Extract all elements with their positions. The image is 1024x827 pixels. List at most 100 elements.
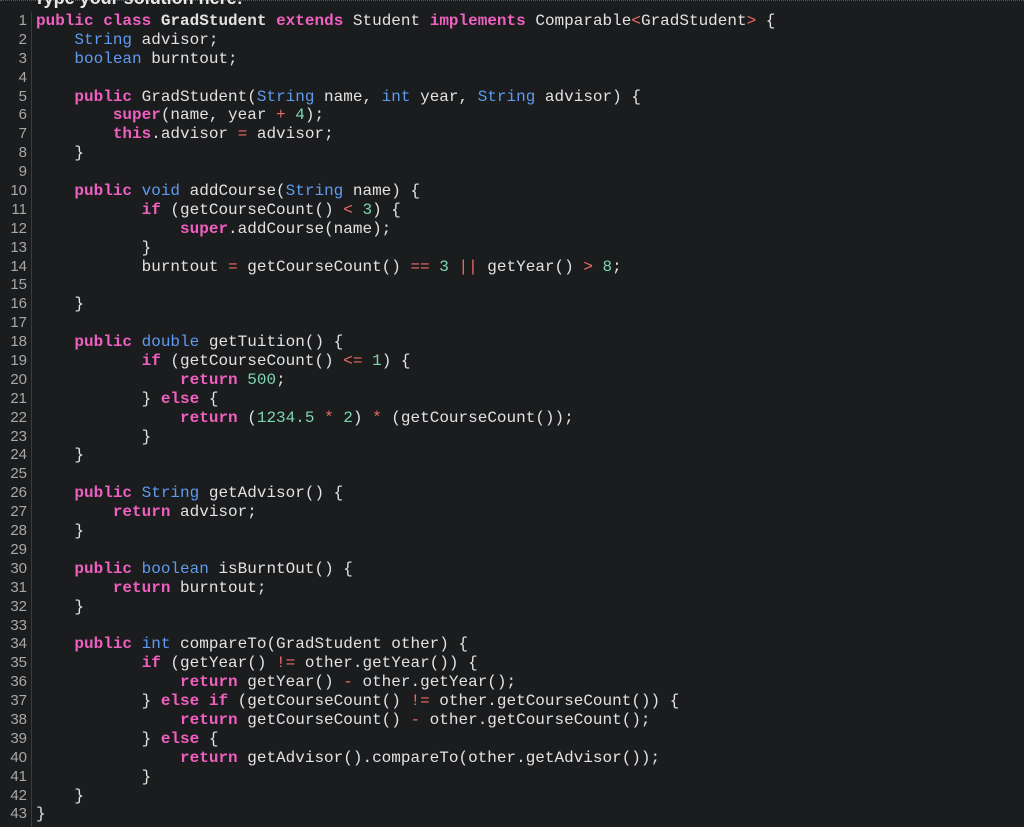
text-token: name, bbox=[314, 87, 382, 106]
line-number: 23 bbox=[10, 427, 27, 445]
code-line[interactable]: } bbox=[36, 805, 1024, 824]
code-line[interactable] bbox=[36, 69, 1024, 88]
code-line[interactable]: public void addCourse(String name) { bbox=[36, 182, 1024, 201]
code-line[interactable]: return (1234.5 * 2) * (getCourseCount())… bbox=[36, 409, 1024, 428]
line-number: 14 bbox=[10, 257, 27, 275]
line-number: 33 bbox=[10, 616, 27, 634]
code-editor[interactable]: 1 2 3 4 5 6 7 8 9 10 11 12 13 14 15 16 17 18 19 20 21 22 23 24 2… bbox=[0, 12, 1024, 827]
code-line[interactable]: } bbox=[36, 768, 1024, 787]
code-line[interactable] bbox=[36, 314, 1024, 333]
code-line[interactable]: public double getTuition() { bbox=[36, 333, 1024, 352]
text-token: } bbox=[36, 597, 85, 616]
code-line[interactable] bbox=[36, 163, 1024, 182]
operator-token: > bbox=[746, 12, 757, 30]
text-token: burntout bbox=[36, 257, 229, 276]
code-line[interactable]: return getCourseCount() - other.getCours… bbox=[36, 711, 1024, 730]
line-number: 35 bbox=[10, 654, 27, 672]
text-token: name) { bbox=[343, 182, 421, 201]
text-token: getAdvisor() { bbox=[199, 484, 344, 503]
prompt-label: Type your solution here: bbox=[34, 0, 243, 8]
code-line[interactable]: public GradStudent(String name, int year… bbox=[36, 88, 1024, 107]
text-token: } bbox=[36, 805, 46, 824]
text-token: other.getCourseCount(); bbox=[420, 710, 651, 729]
text-token: getCourseCount() bbox=[237, 257, 411, 276]
code-line[interactable]: } bbox=[36, 446, 1024, 465]
code-line[interactable]: public String getAdvisor() { bbox=[36, 484, 1024, 503]
text-token: getYear() bbox=[237, 673, 344, 692]
code-line[interactable]: super.addCourse(name); bbox=[36, 220, 1024, 239]
code-line[interactable] bbox=[36, 276, 1024, 295]
keyword-token: public bbox=[74, 559, 133, 578]
keyword-token: super bbox=[180, 219, 229, 238]
line-number: 19 bbox=[10, 352, 27, 370]
code-line[interactable]: this.advisor = advisor; bbox=[36, 125, 1024, 144]
code-line[interactable]: burntout = getCourseCount() == 3 || getY… bbox=[36, 258, 1024, 277]
number-token: 1234.5 bbox=[256, 408, 315, 427]
type-token: String bbox=[256, 87, 315, 106]
text-token: (getCourseCount() bbox=[160, 352, 344, 371]
code-line[interactable]: } bbox=[36, 239, 1024, 258]
operator-token: * bbox=[324, 408, 334, 427]
code-line[interactable] bbox=[36, 617, 1024, 636]
code-line[interactable]: boolean burntout; bbox=[36, 50, 1024, 69]
keyword-token: public bbox=[74, 635, 133, 654]
operator-token: + bbox=[276, 106, 286, 125]
text-token: advisor; bbox=[247, 125, 334, 144]
line-number: 30 bbox=[10, 559, 27, 577]
text-token: (getYear() bbox=[160, 654, 277, 673]
code-line[interactable]: super(name, year + 4); bbox=[36, 106, 1024, 125]
line-number: 28 bbox=[10, 522, 27, 540]
line-number: 8 bbox=[18, 144, 27, 162]
code-line[interactable]: } bbox=[36, 144, 1024, 163]
line-number: 1 bbox=[18, 12, 27, 29]
code-line[interactable]: return burntout; bbox=[36, 579, 1024, 598]
code-line[interactable]: return 500; bbox=[36, 371, 1024, 390]
code-line[interactable]: public boolean isBurntOut() { bbox=[36, 560, 1024, 579]
code-line[interactable]: return advisor; bbox=[36, 503, 1024, 522]
code-line[interactable]: } else { bbox=[36, 390, 1024, 409]
code-line[interactable] bbox=[36, 541, 1024, 560]
code-line[interactable]: } bbox=[36, 428, 1024, 447]
keyword-token: else bbox=[160, 389, 200, 408]
code-line[interactable]: if (getYear() != other.getYear()) { bbox=[36, 654, 1024, 673]
text-token: advisor; bbox=[132, 30, 219, 49]
keyword-token: return bbox=[180, 710, 238, 729]
operator-token: = bbox=[237, 125, 248, 144]
operator-token: == bbox=[410, 257, 430, 276]
type-token: String bbox=[285, 182, 344, 201]
code-line[interactable] bbox=[36, 465, 1024, 484]
code-line[interactable]: } else { bbox=[36, 730, 1024, 749]
line-number: 21 bbox=[10, 389, 27, 407]
code-area[interactable]: public class GradStudent extends Student… bbox=[36, 12, 1024, 824]
number-token: 8 bbox=[602, 257, 613, 276]
text-token: year, bbox=[410, 87, 478, 106]
code-line[interactable]: if (getCourseCount() <= 1) { bbox=[36, 352, 1024, 371]
line-number: 6 bbox=[18, 106, 27, 124]
text-token: advisor; bbox=[170, 503, 257, 522]
code-line[interactable]: String advisor; bbox=[36, 31, 1024, 50]
keyword-token: public bbox=[36, 12, 94, 30]
text-token: } bbox=[36, 427, 152, 446]
number-token: 3 bbox=[362, 200, 373, 219]
text-token: } bbox=[36, 767, 152, 786]
text-token: Student bbox=[343, 12, 430, 30]
code-line[interactable]: } bbox=[36, 598, 1024, 617]
code-line[interactable]: public class GradStudent extends Student… bbox=[36, 12, 1024, 31]
code-line[interactable]: public int compareTo(GradStudent other) … bbox=[36, 635, 1024, 654]
code-line[interactable]: } else if (getCourseCount() != other.get… bbox=[36, 692, 1024, 711]
code-line[interactable]: } bbox=[36, 295, 1024, 314]
code-line[interactable]: } bbox=[36, 522, 1024, 541]
code-line[interactable]: return getYear() - other.getYear(); bbox=[36, 673, 1024, 692]
text-token: ) bbox=[352, 408, 373, 427]
code-line[interactable]: if (getCourseCount() < 3) { bbox=[36, 201, 1024, 220]
code-line[interactable]: return getAdvisor().compareTo(other.getA… bbox=[36, 749, 1024, 768]
code-line[interactable]: } bbox=[36, 787, 1024, 806]
